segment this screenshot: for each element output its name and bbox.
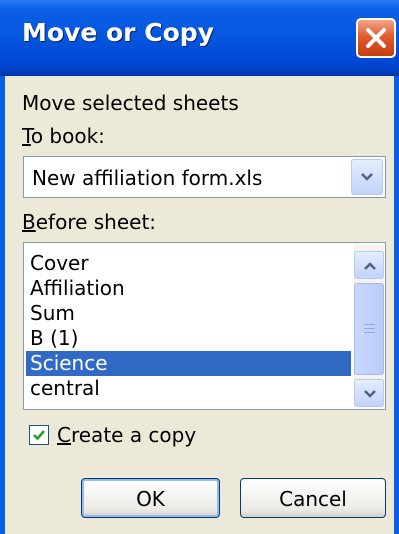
window-frame-right: [394, 76, 399, 534]
scroll-thumb[interactable]: [354, 283, 384, 375]
list-scrollbar[interactable]: [354, 245, 384, 407]
scroll-down-button[interactable]: [354, 379, 384, 407]
to-book-accelerator: T: [22, 124, 31, 148]
title-bar[interactable]: Move or Copy: [0, 0, 399, 76]
window-frame-left: [0, 76, 5, 534]
list-item-science[interactable]: Science: [26, 351, 351, 376]
create-copy-accelerator: C: [57, 423, 71, 447]
list-item-affiliation[interactable]: Affiliation: [26, 276, 351, 301]
before-sheet-list[interactable]: Cover Affiliation Sum B (1) Science cent…: [23, 242, 386, 410]
create-copy-label-text: reate a copy: [70, 423, 197, 447]
to-book-label: To book:: [22, 124, 105, 148]
before-sheet-label-text: efore sheet:: [35, 210, 157, 234]
to-book-dropdown-button[interactable]: [351, 159, 383, 195]
create-copy-checkbox[interactable]: [29, 425, 49, 445]
before-sheet-label: Before sheet:: [22, 210, 156, 234]
list-item-b1[interactable]: B (1): [26, 326, 351, 351]
before-sheet-accelerator: B: [22, 210, 36, 234]
list-item-cover[interactable]: Cover: [26, 251, 351, 276]
move-or-copy-dialog: Move or Copy Move selected sheets To boo…: [0, 0, 399, 534]
scroll-thumb-grip: [364, 324, 375, 325]
to-book-dropdown[interactable]: New affiliation form.xls: [23, 156, 386, 198]
scroll-thumb-grip: [364, 332, 375, 333]
create-copy-label[interactable]: Create a copy: [57, 423, 196, 447]
scroll-thumb-grip: [364, 328, 375, 329]
list-item-central[interactable]: central: [26, 376, 351, 401]
list-item-sum[interactable]: Sum: [26, 301, 351, 326]
cancel-button[interactable]: Cancel: [240, 478, 386, 518]
scroll-up-button[interactable]: [354, 251, 384, 279]
ok-button[interactable]: OK: [81, 478, 220, 518]
intro-text: Move selected sheets: [22, 91, 239, 115]
dialog-title: Move or Copy: [22, 18, 214, 47]
close-button[interactable]: [356, 18, 396, 58]
to-book-label-text: o book:: [30, 124, 105, 148]
to-book-value: New affiliation form.xls: [32, 166, 263, 190]
